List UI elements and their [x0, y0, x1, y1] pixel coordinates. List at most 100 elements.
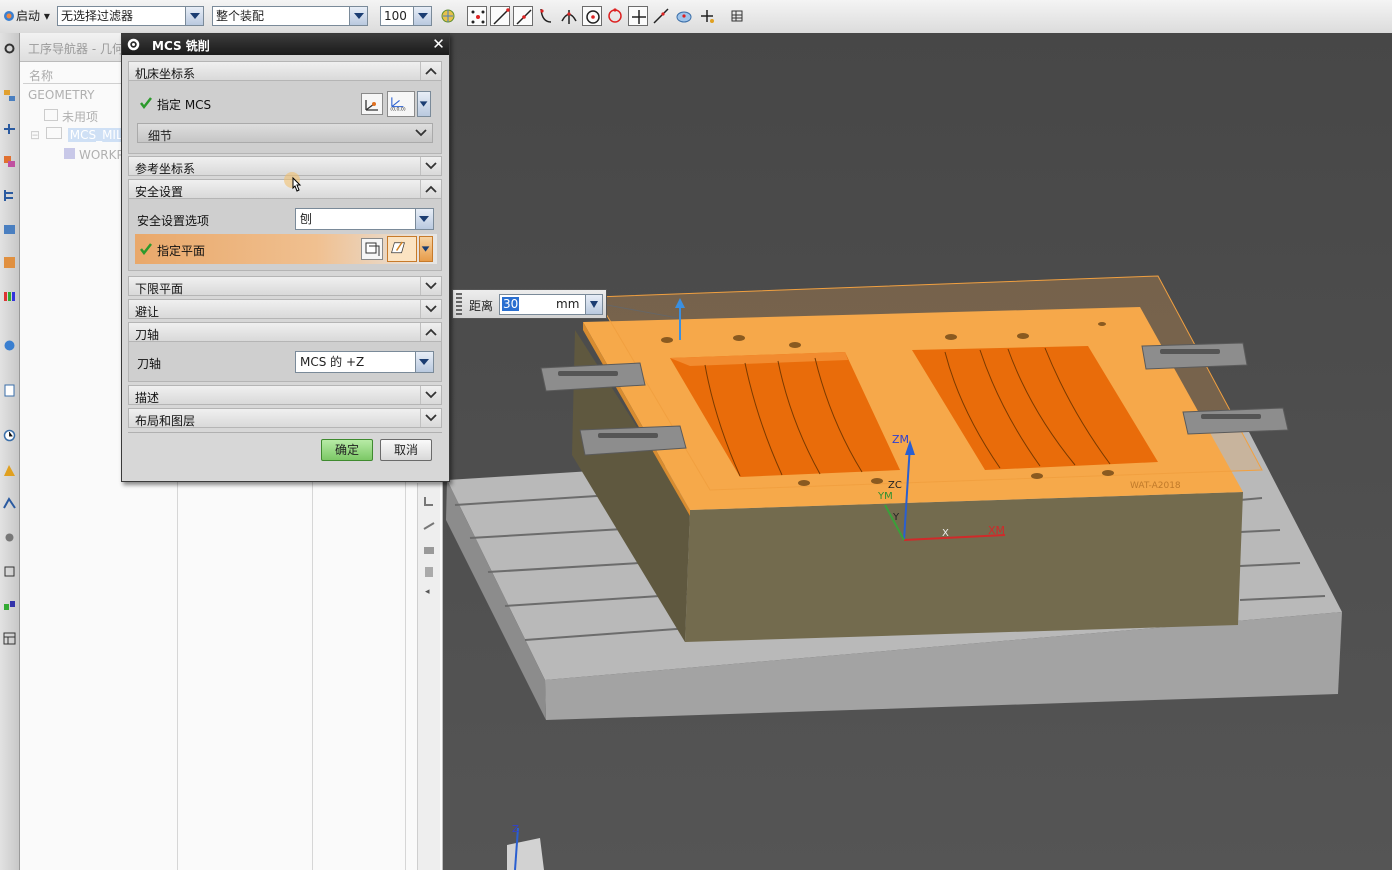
gear-icon[interactable] [2, 41, 17, 56]
existing-point-icon[interactable] [628, 6, 648, 26]
plane-select-button[interactable] [387, 236, 417, 262]
intersection-point-icon[interactable] [559, 6, 579, 26]
quadrant-point-icon[interactable] [605, 6, 625, 26]
specify-plane-label: 指定平面 [157, 244, 206, 258]
web-browser-icon[interactable] [2, 338, 17, 353]
chevron-down-icon[interactable] [420, 409, 441, 427]
plane-dialog-button[interactable] [361, 238, 383, 260]
details-subsection[interactable]: 细节 [137, 123, 433, 143]
process-studio-icon[interactable] [2, 598, 17, 613]
tree-row-geometry[interactable]: GEOMETRY [28, 88, 95, 102]
geometry-icon[interactable] [422, 542, 436, 556]
chevron-up-icon[interactable] [420, 323, 441, 341]
axis-label-ym: YM [877, 491, 893, 502]
chevron-down-icon [349, 7, 367, 25]
chevron-up-icon[interactable] [420, 180, 441, 198]
chevron-down-icon[interactable] [420, 300, 441, 318]
history-icon[interactable] [2, 428, 17, 443]
reuse-library-icon[interactable] [2, 564, 17, 579]
gear-icon[interactable] [126, 37, 141, 52]
document-icon[interactable] [2, 383, 17, 398]
assembly-navigator-icon[interactable] [2, 88, 17, 103]
snap-points-icon[interactable] [467, 6, 487, 26]
probe-icon[interactable] [422, 495, 436, 509]
csys-type-button[interactable]: (0,0,0) [387, 91, 415, 117]
unit-dropdown-button[interactable] [585, 295, 602, 314]
system-visualization-icon[interactable] [2, 496, 17, 511]
point-on-face-icon[interactable] [674, 6, 694, 26]
selection-filter-combo[interactable]: 无选择过滤器 [57, 6, 204, 26]
assembly-scope-combo[interactable]: 整个装配 [212, 6, 368, 26]
chevron-down-icon[interactable] [420, 386, 441, 404]
library-icon[interactable] [2, 255, 17, 270]
csys-type-dropdown[interactable] [417, 91, 431, 117]
control-point-icon[interactable] [536, 6, 556, 26]
tree-row-unused[interactable]: 未用项 [44, 108, 98, 125]
safety-option-select[interactable]: 刨 [295, 208, 434, 230]
tool-axis-select[interactable]: MCS 的 +Z [295, 351, 434, 373]
specify-plane-row[interactable]: 指定平面 [135, 234, 437, 264]
distance-input-box: 距离 30 mm [452, 289, 607, 319]
distance-field[interactable]: 30 mm [499, 294, 603, 315]
engraving-text: WAT-A2018 [1130, 481, 1181, 491]
part-navigator-icon[interactable] [2, 154, 17, 169]
close-icon[interactable]: ✕ [430, 36, 447, 53]
tool-icon[interactable] [422, 519, 436, 533]
tree-row-mcs-mill[interactable]: ⊟ MCS_MILL [30, 127, 132, 145]
grip-icon[interactable] [456, 293, 462, 315]
distance-label: 距离 [469, 299, 494, 313]
machine-navigator-icon[interactable] [2, 222, 17, 237]
point-constructor-icon[interactable] [697, 6, 717, 26]
csys-dialog-button[interactable] [361, 93, 383, 115]
count-combo[interactable]: 100 [380, 6, 432, 26]
mouse-cursor [284, 172, 304, 196]
mcs-mill-dialog: MCS 铣削 ✕ 机床坐标系 指定 MCS (0,0,0) 细节 参考坐标系 安… [121, 33, 450, 482]
navigator-title: 工序导航器 - 几何 [28, 42, 124, 56]
safety-body: 安全设置选项 刨 指定平面 [128, 199, 442, 271]
mold-body-front [685, 492, 1243, 642]
globe-filter-icon[interactable] [438, 6, 458, 26]
section-avoidance[interactable]: 避让 [128, 299, 442, 319]
section-machine-csys[interactable]: 机床坐标系 [128, 61, 442, 81]
point-on-curve-icon[interactable] [651, 6, 671, 26]
axis-label-x: X [942, 528, 949, 539]
svg-text:Z: Z [512, 824, 519, 835]
chevron-down-icon[interactable] [412, 124, 430, 142]
main-toolbar: 启动 ▾ 无选择过滤器 整个装配 100 [0, 0, 1392, 34]
ok-button[interactable]: 确定 [321, 439, 373, 461]
check-icon [139, 242, 153, 256]
method-icon[interactable] [422, 565, 436, 579]
palette-icon[interactable] [2, 289, 17, 304]
model-view[interactable]: WAT-A2018 ZM ZC YM Y X XM Z [443, 33, 1392, 870]
section-tool-axis[interactable]: 刀轴 [128, 322, 442, 342]
section-layout-layers[interactable]: 布局和图层 [128, 408, 442, 428]
section-lower-plane[interactable]: 下限平面 [128, 276, 442, 296]
cancel-button[interactable]: 取消 [380, 439, 432, 461]
section-description[interactable]: 描述 [128, 385, 442, 405]
app-logo-icon [0, 6, 14, 26]
specify-mcs-label: 指定 MCS [157, 98, 212, 112]
check-icon [139, 96, 153, 110]
chevron-down-icon[interactable] [420, 157, 441, 175]
operation-navigator-icon[interactable] [2, 188, 17, 203]
svg-text:(0,0,0): (0,0,0) [390, 106, 406, 112]
axis-label-y: Y [892, 512, 900, 523]
axis-label-zm: ZM [892, 433, 909, 446]
manufacturing-wizard-icon[interactable] [2, 530, 17, 545]
graphics-viewport[interactable]: WAT-A2018 ZM ZC YM Y X XM Z [443, 33, 1392, 870]
template-icon[interactable] [2, 631, 17, 646]
resource-bar [0, 33, 20, 870]
dialog-titlebar[interactable]: MCS 铣削 ✕ [122, 34, 449, 55]
chevron-up-icon[interactable] [420, 62, 441, 80]
plane-type-dropdown[interactable] [419, 236, 433, 262]
roles-icon[interactable] [2, 463, 17, 478]
mid-point-icon[interactable] [513, 6, 533, 26]
end-point-icon[interactable] [490, 6, 510, 26]
constraint-navigator-icon[interactable] [2, 121, 17, 136]
layer-settings-icon[interactable] [727, 6, 747, 26]
arc-center-icon[interactable] [582, 6, 602, 26]
small-arrow-icon[interactable]: ◂ [425, 587, 430, 597]
start-menu-button[interactable]: 启动 ▾ [16, 6, 50, 26]
chevron-down-icon [413, 7, 431, 25]
chevron-down-icon[interactable] [420, 277, 441, 295]
